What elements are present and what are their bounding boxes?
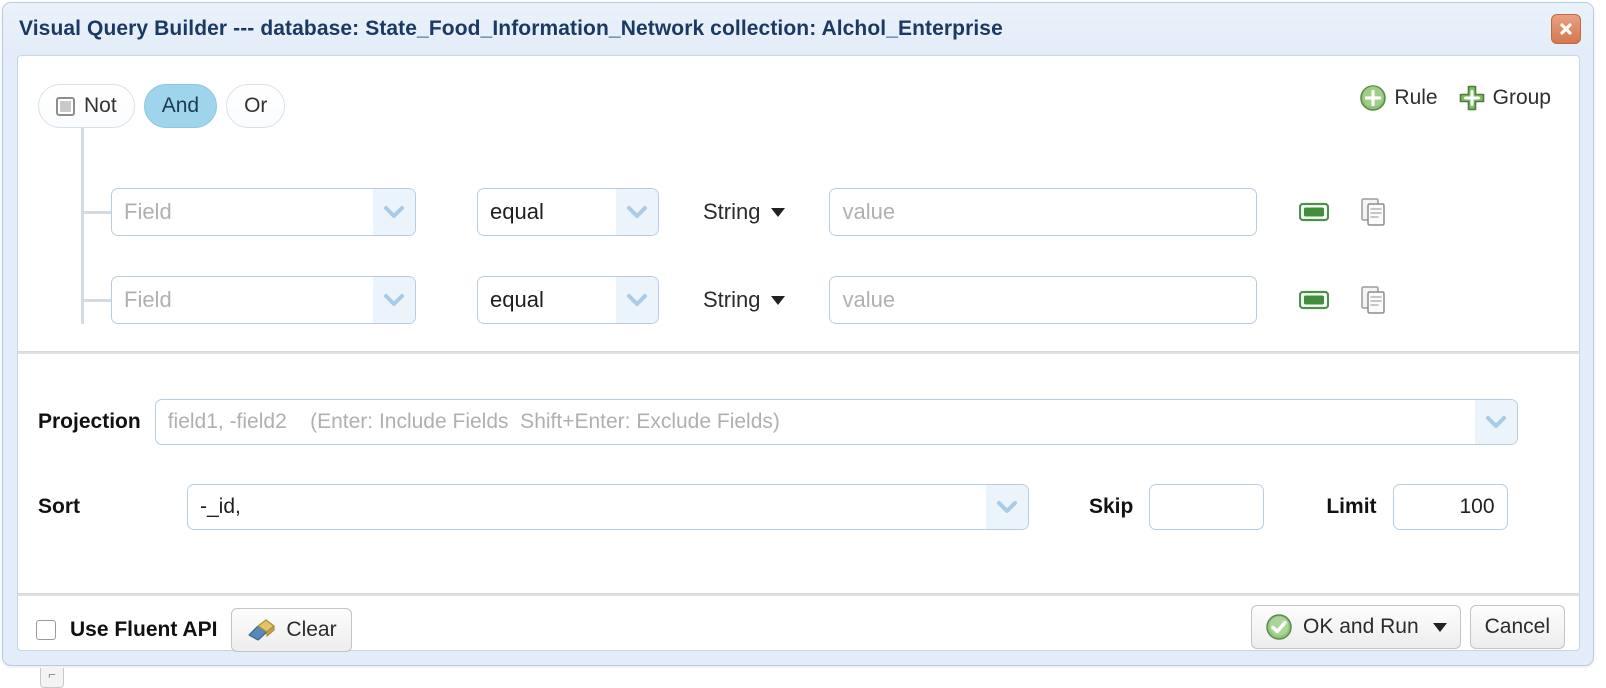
cancel-button[interactable]: Cancel <box>1470 605 1565 649</box>
sort-row: Sort Skip Limit <box>38 484 1508 530</box>
skip-label: Skip <box>1089 495 1133 519</box>
add-group-button[interactable]: Group <box>1458 84 1551 112</box>
chevron-down-icon <box>373 189 415 235</box>
clear-button[interactable]: Clear <box>231 608 351 652</box>
dialog-titlebar: Visual Query Builder --- database: State… <box>3 3 1593 55</box>
value-input-2[interactable] <box>829 276 1257 324</box>
add-rule-icon <box>1359 84 1387 112</box>
limit-label: Limit <box>1326 495 1376 519</box>
operator-select-1-text: equal <box>478 199 544 225</box>
rule-row-1-icons <box>1299 198 1387 226</box>
use-fluent-api-checkbox[interactable] <box>36 620 56 640</box>
sort-field[interactable] <box>187 484 1029 530</box>
add-rule-label: Rule <box>1394 86 1437 110</box>
dialog-title: Visual Query Builder --- database: State… <box>19 17 1003 41</box>
tree-vertical-connector <box>81 128 84 324</box>
ok-and-run-label: OK and Run <box>1303 615 1419 639</box>
field-select-1[interactable]: Field <box>111 188 416 236</box>
projection-field[interactable] <box>155 399 1518 445</box>
add-actions-group: Rule Group <box>1359 84 1551 112</box>
and-button[interactable]: And <box>144 84 217 128</box>
not-label: Not <box>84 94 117 118</box>
value-input-1[interactable] <box>829 188 1257 236</box>
not-checkbox-icon[interactable] <box>56 97 75 116</box>
chevron-down-icon[interactable] <box>986 485 1028 529</box>
green-toggle-icon[interactable] <box>1299 289 1329 311</box>
limit-input[interactable] <box>1393 484 1508 530</box>
add-group-icon <box>1458 84 1486 112</box>
chevron-down-icon <box>373 277 415 323</box>
projection-label: Projection <box>38 410 141 434</box>
clear-label: Clear <box>286 618 336 642</box>
add-group-label: Group <box>1493 86 1551 110</box>
cancel-label: Cancel <box>1485 615 1550 639</box>
rule-row: Field equal String <box>111 188 1387 236</box>
caret-down-icon <box>771 296 785 305</box>
screen-root: Visual Query Builder --- database: State… <box>0 0 1606 688</box>
projection-input[interactable] <box>156 400 1497 444</box>
type-dropdown-2[interactable]: String <box>703 287 785 313</box>
field-select-2[interactable]: Field <box>111 276 416 324</box>
caret-down-icon[interactable] <box>1433 623 1447 632</box>
operator-select-2-text: equal <box>478 287 544 313</box>
skip-input[interactable] <box>1149 484 1264 530</box>
copy-icon[interactable] <box>1361 198 1387 226</box>
rule-row-2-icons <box>1299 286 1387 314</box>
green-toggle-icon[interactable] <box>1299 201 1329 223</box>
not-toggle-button[interactable]: Not <box>38 84 135 128</box>
type-dropdown-1[interactable]: String <box>703 199 785 225</box>
tree-branch-1 <box>81 211 113 214</box>
or-label: Or <box>244 94 267 118</box>
tree-branch-2 <box>81 299 113 302</box>
chevron-down-icon[interactable] <box>1475 400 1517 444</box>
dialog-body: Not And Or <box>17 55 1580 651</box>
type-dropdown-1-text: String <box>703 199 760 225</box>
ok-and-run-button[interactable]: OK and Run <box>1251 605 1461 649</box>
footer-right-group: OK and Run Cancel <box>1251 605 1565 649</box>
logic-operator-group: Not And Or <box>38 84 294 128</box>
projection-row: Projection <box>38 399 1518 445</box>
type-dropdown-2-text: String <box>703 287 760 313</box>
sort-label: Sort <box>38 495 80 519</box>
close-icon <box>1558 21 1574 37</box>
caret-down-icon <box>771 208 785 217</box>
rule-row: Field equal String <box>111 276 1387 324</box>
field-select-1-text: Field <box>112 199 172 225</box>
query-options-area: Projection Sort <box>18 353 1579 591</box>
background-window-peek: ⌐ <box>40 668 64 688</box>
use-fluent-api-label: Use Fluent API <box>70 618 217 642</box>
operator-select-1[interactable]: equal <box>477 188 659 236</box>
chevron-down-icon <box>616 189 658 235</box>
rule-builder-area: Not And Or <box>18 56 1579 351</box>
chevron-down-icon <box>616 277 658 323</box>
close-button[interactable] <box>1551 14 1581 44</box>
visual-query-builder-dialog: Visual Query Builder --- database: State… <box>2 2 1594 666</box>
sort-input[interactable] <box>188 485 1008 529</box>
check-circle-icon <box>1265 613 1293 641</box>
copy-icon[interactable] <box>1361 286 1387 314</box>
and-label: And <box>162 94 199 118</box>
field-select-2-text: Field <box>112 287 172 313</box>
eraser-icon <box>246 618 276 642</box>
add-rule-button[interactable]: Rule <box>1359 84 1437 112</box>
or-button[interactable]: Or <box>226 84 285 128</box>
footer-left-group: Use Fluent API Clear <box>36 608 352 652</box>
dialog-footer: Use Fluent API Clear <box>18 595 1579 651</box>
operator-select-2[interactable]: equal <box>477 276 659 324</box>
